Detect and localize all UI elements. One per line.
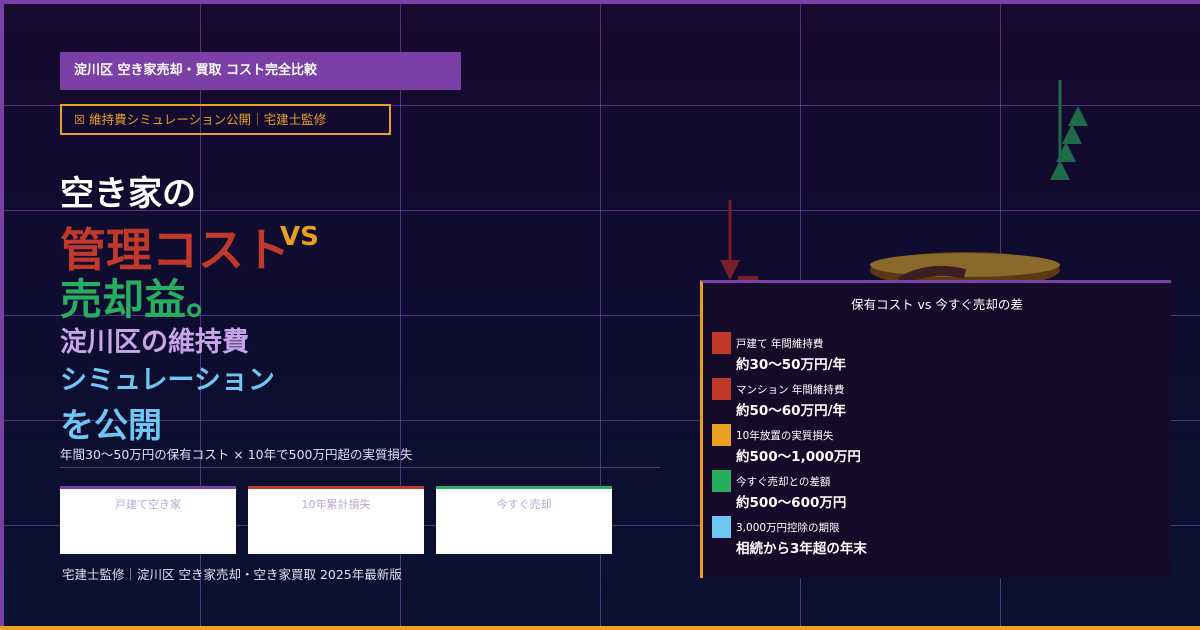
headline-line5: シミュレーション (60, 365, 275, 396)
row-label: 10年放置の実質損失 (736, 430, 834, 442)
row-swatch (712, 516, 731, 538)
stat-card-sell-now: 今すぐ売却 (436, 486, 612, 554)
bottom-accent-bar (0, 626, 1200, 630)
headline-line6: を公開 (60, 406, 162, 446)
row-label: 3,000万円控除の期限 (736, 522, 840, 534)
row-value: 約500〜1,000万円 (736, 449, 861, 465)
stat-card-loss: 10年累計損失 (248, 486, 424, 554)
left-accent-bar (0, 0, 4, 630)
stat-card-label: 今すぐ売却 (496, 498, 552, 511)
illustration (720, 80, 1088, 288)
category-banner: 淀川区 空き家売却・買取 コスト完全比較 (60, 52, 461, 90)
stat-card-label: 10年累計損失 (301, 498, 371, 511)
headline-sale-profit: 売却益。 (60, 275, 229, 324)
row-label: 今すぐ売却との差額 (736, 476, 831, 488)
stat-card-house: 戸建て空き家 (60, 486, 236, 554)
down-arrow-icon (720, 200, 758, 280)
footer-note: 宅建士監修｜淀川区 空き家売却・空き家買取 2025年最新版 (62, 567, 402, 582)
row-value: 約500〜600万円 (736, 495, 847, 511)
stat-card-label: 戸建て空き家 (115, 498, 181, 511)
row-swatch (712, 470, 731, 492)
row-value: 約50〜60万円/年 (736, 403, 847, 419)
row-swatch (712, 332, 731, 354)
headline-vs: VS (280, 222, 319, 252)
row-value: 約30〜50万円/年 (736, 357, 847, 373)
cost-comparison-panel: 保有コスト vs 今すぐ売却の差 戸建て 年間維持費 約30〜50万円/年 マン… (700, 280, 1171, 578)
row-label: マンション 年間維持費 (736, 384, 845, 396)
supervision-badge: ☒ 維持費シミュレーション公開｜宅建士監修 (60, 104, 391, 135)
headline-line1: 空き家の (60, 174, 196, 214)
row-value: 相続から3年超の年末 (736, 541, 867, 557)
tree-icon (1050, 80, 1088, 180)
cost-subline: 年間30〜50万円の保有コスト × 10年で500万円超の実質損失 (60, 444, 660, 468)
row-swatch (712, 424, 731, 446)
row-label: 戸建て 年間維持費 (736, 338, 824, 350)
headline-line4: 淀川区の維持費 (60, 327, 249, 358)
row-swatch (712, 378, 731, 400)
top-accent-bar (0, 0, 1200, 4)
panel-title: 保有コスト vs 今すぐ売却の差 (851, 297, 1023, 312)
